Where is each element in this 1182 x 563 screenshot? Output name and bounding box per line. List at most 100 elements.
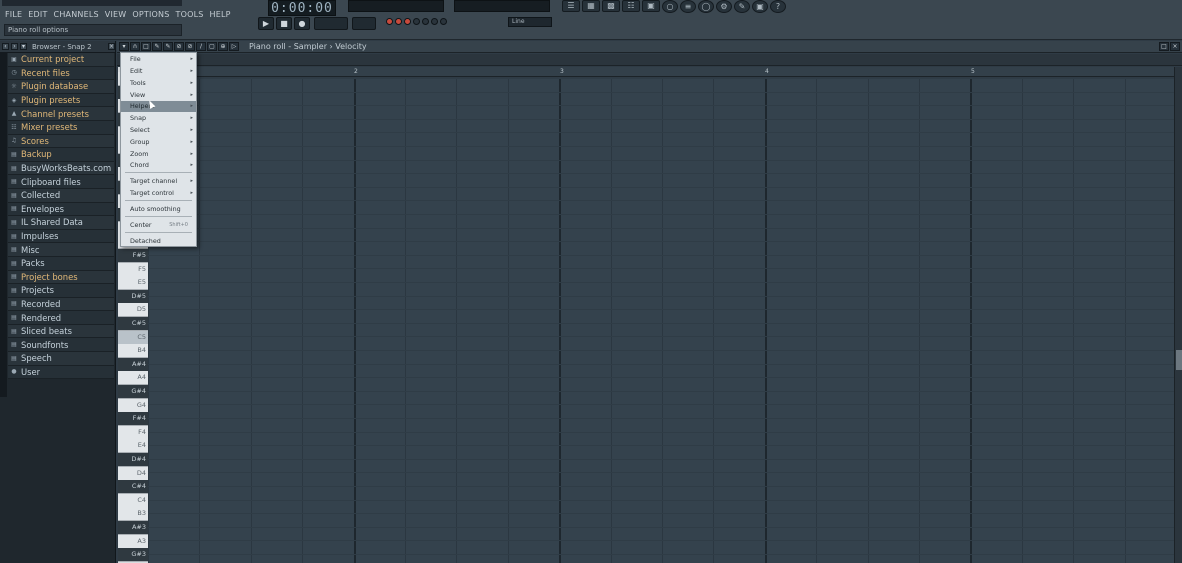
- blend-icon[interactable]: [431, 18, 438, 25]
- browser-item[interactable]: ☷ Mixer presets: [8, 120, 114, 135]
- browser-item[interactable]: ● User: [8, 365, 114, 380]
- menu-edit[interactable]: EDIT: [27, 9, 48, 20]
- browser-item[interactable]: ▤ Impulses: [8, 229, 114, 244]
- browser-item[interactable]: ▲ Channel presets: [8, 107, 114, 121]
- browser-item[interactable]: ▤ Speech: [8, 352, 114, 366]
- piano-key[interactable]: A4: [118, 371, 148, 385]
- browser-item[interactable]: ▤ IL Shared Data: [8, 216, 114, 230]
- slice-icon[interactable]: ∕: [196, 42, 206, 51]
- piano-key[interactable]: F4: [118, 426, 148, 440]
- tempo-tapper-icon[interactable]: ◯: [698, 0, 714, 13]
- browser-item[interactable]: ▤ Recorded: [8, 297, 114, 312]
- plugin-picker-icon[interactable]: ≡: [680, 0, 696, 13]
- browser-icon[interactable]: ▣: [642, 0, 660, 12]
- browser-item[interactable]: ▤ Project bones: [8, 270, 114, 285]
- menu-help[interactable]: HELP: [209, 9, 232, 20]
- record-button[interactable]: ●: [294, 17, 310, 30]
- browser-item[interactable]: ▤ Rendered: [8, 311, 114, 325]
- piano-key[interactable]: G#3: [118, 548, 148, 562]
- browser-item[interactable]: ▤ BusyWorksBeats.com: [8, 161, 114, 176]
- menu-item[interactable]: Target channel ▸: [121, 176, 196, 187]
- menu-item[interactable]: Select ▸: [121, 125, 196, 136]
- menu-channels[interactable]: CHANNELS: [53, 9, 100, 20]
- piano-key[interactable]: G4: [118, 399, 148, 413]
- browser-item[interactable]: ▤ Envelopes: [8, 202, 114, 217]
- loop-record-icon[interactable]: [440, 18, 447, 25]
- browser-scrollbar[interactable]: [0, 53, 7, 397]
- piano-key[interactable]: B3: [118, 507, 148, 521]
- browser-forward-icon[interactable]: ›: [11, 43, 18, 50]
- menu-item[interactable]: Center Shift+0: [121, 220, 196, 231]
- browser-item[interactable]: ▤ Backup: [8, 148, 114, 162]
- piano-roll-title[interactable]: Piano roll - Sampler › Velocity: [249, 42, 367, 52]
- piano-key[interactable]: C#5: [118, 317, 148, 331]
- menu-tools[interactable]: TOOLS: [175, 9, 205, 20]
- mute-icon[interactable]: ⊘: [185, 42, 195, 51]
- browser-item[interactable]: ◈ Plugin presets: [8, 93, 114, 108]
- menu-options[interactable]: OPTIONS: [131, 9, 170, 20]
- menu-item[interactable]: View ▸: [121, 90, 196, 101]
- metronome-icon[interactable]: [395, 18, 402, 25]
- piano-key[interactable]: F#5: [118, 249, 148, 263]
- countdown-icon[interactable]: [422, 18, 429, 25]
- stop-button[interactable]: ■: [276, 17, 292, 30]
- paint-icon[interactable]: ✎: [163, 42, 173, 51]
- browser-item[interactable]: ◷ Recent files: [8, 66, 114, 81]
- playback-icon[interactable]: ▷: [229, 42, 239, 51]
- menu-item[interactable]: Zoom ▸: [121, 149, 196, 160]
- playlist-icon[interactable]: ☰: [562, 0, 580, 12]
- piano-key[interactable]: C4: [118, 494, 148, 508]
- detach-icon[interactable]: □: [1159, 42, 1169, 51]
- typing-keyboard-icon[interactable]: [413, 18, 420, 25]
- menu-item[interactable]: Detached: [121, 236, 196, 247]
- browser-item[interactable]: ♫ Scores: [8, 134, 114, 149]
- help-icon[interactable]: ?: [770, 0, 786, 13]
- piano-key[interactable]: B4: [118, 344, 148, 358]
- piano-key[interactable]: A#3: [118, 521, 148, 535]
- step-edit-icon[interactable]: [404, 18, 411, 25]
- settings-icon[interactable]: ⚙: [716, 0, 732, 13]
- browser-title[interactable]: Browser - Snap 2: [32, 43, 106, 51]
- vertical-scrollbar[interactable]: [1174, 67, 1182, 563]
- browser-menu-icon[interactable]: ▾: [20, 43, 27, 50]
- menu-item[interactable]: Auto smoothing: [121, 204, 196, 215]
- pencil-icon[interactable]: ✎: [734, 0, 750, 13]
- menu-item[interactable]: File ▸: [121, 54, 196, 65]
- piano-key[interactable]: A3: [118, 535, 148, 549]
- menu-item[interactable]: Edit ▸: [121, 66, 196, 77]
- browser-item[interactable]: ▤ Soundfonts: [8, 338, 114, 353]
- menu-view[interactable]: VIEW: [104, 9, 128, 20]
- menu-item[interactable]: Snap ▸: [121, 113, 196, 124]
- piano-key[interactable]: D#5: [118, 290, 148, 304]
- cpu-icon[interactable]: ○: [662, 0, 678, 13]
- piano-key[interactable]: D#4: [118, 453, 148, 467]
- menu-item[interactable]: Helpers ▸: [121, 101, 196, 112]
- browser-item[interactable]: ▤ Projects: [8, 284, 114, 298]
- note-grid[interactable]: [148, 78, 1174, 563]
- delete-icon[interactable]: ⊘: [174, 42, 184, 51]
- browser-item[interactable]: ▤ Collected: [8, 188, 114, 203]
- menu-item[interactable]: Group ▸: [121, 137, 196, 148]
- browser-item[interactable]: ▤ Misc: [8, 243, 114, 257]
- draw-icon[interactable]: ✎: [152, 42, 162, 51]
- piano-key[interactable]: D5: [118, 303, 148, 317]
- piano-roll-menu-icon[interactable]: ▾: [119, 42, 129, 51]
- save-icon[interactable]: ▣: [752, 0, 768, 13]
- snap-line-select[interactable]: Line: [508, 17, 552, 27]
- menu-item[interactable]: Chord ▸: [121, 160, 196, 171]
- piano-key[interactable]: F5: [118, 263, 148, 277]
- browser-item[interactable]: ☼ Plugin database: [8, 80, 114, 94]
- close-icon[interactable]: ×: [1170, 42, 1180, 51]
- piano-key[interactable]: E5: [118, 276, 148, 290]
- magnet-icon[interactable]: ∩: [130, 42, 140, 51]
- tempo-display[interactable]: [314, 17, 348, 30]
- play-button[interactable]: ▶: [258, 17, 274, 30]
- channel-rack-icon[interactable]: ▩: [602, 0, 620, 12]
- record-toggle-icon[interactable]: [386, 18, 393, 25]
- select-icon[interactable]: ▢: [207, 42, 217, 51]
- browser-item[interactable]: ▤ Packs: [8, 256, 114, 271]
- browser-back-icon[interactable]: ‹: [2, 43, 9, 50]
- piano-roll-icon[interactable]: ▦: [582, 0, 600, 12]
- browser-item[interactable]: ▤ Clipboard files: [8, 175, 114, 189]
- piano-key[interactable]: F#4: [118, 412, 148, 426]
